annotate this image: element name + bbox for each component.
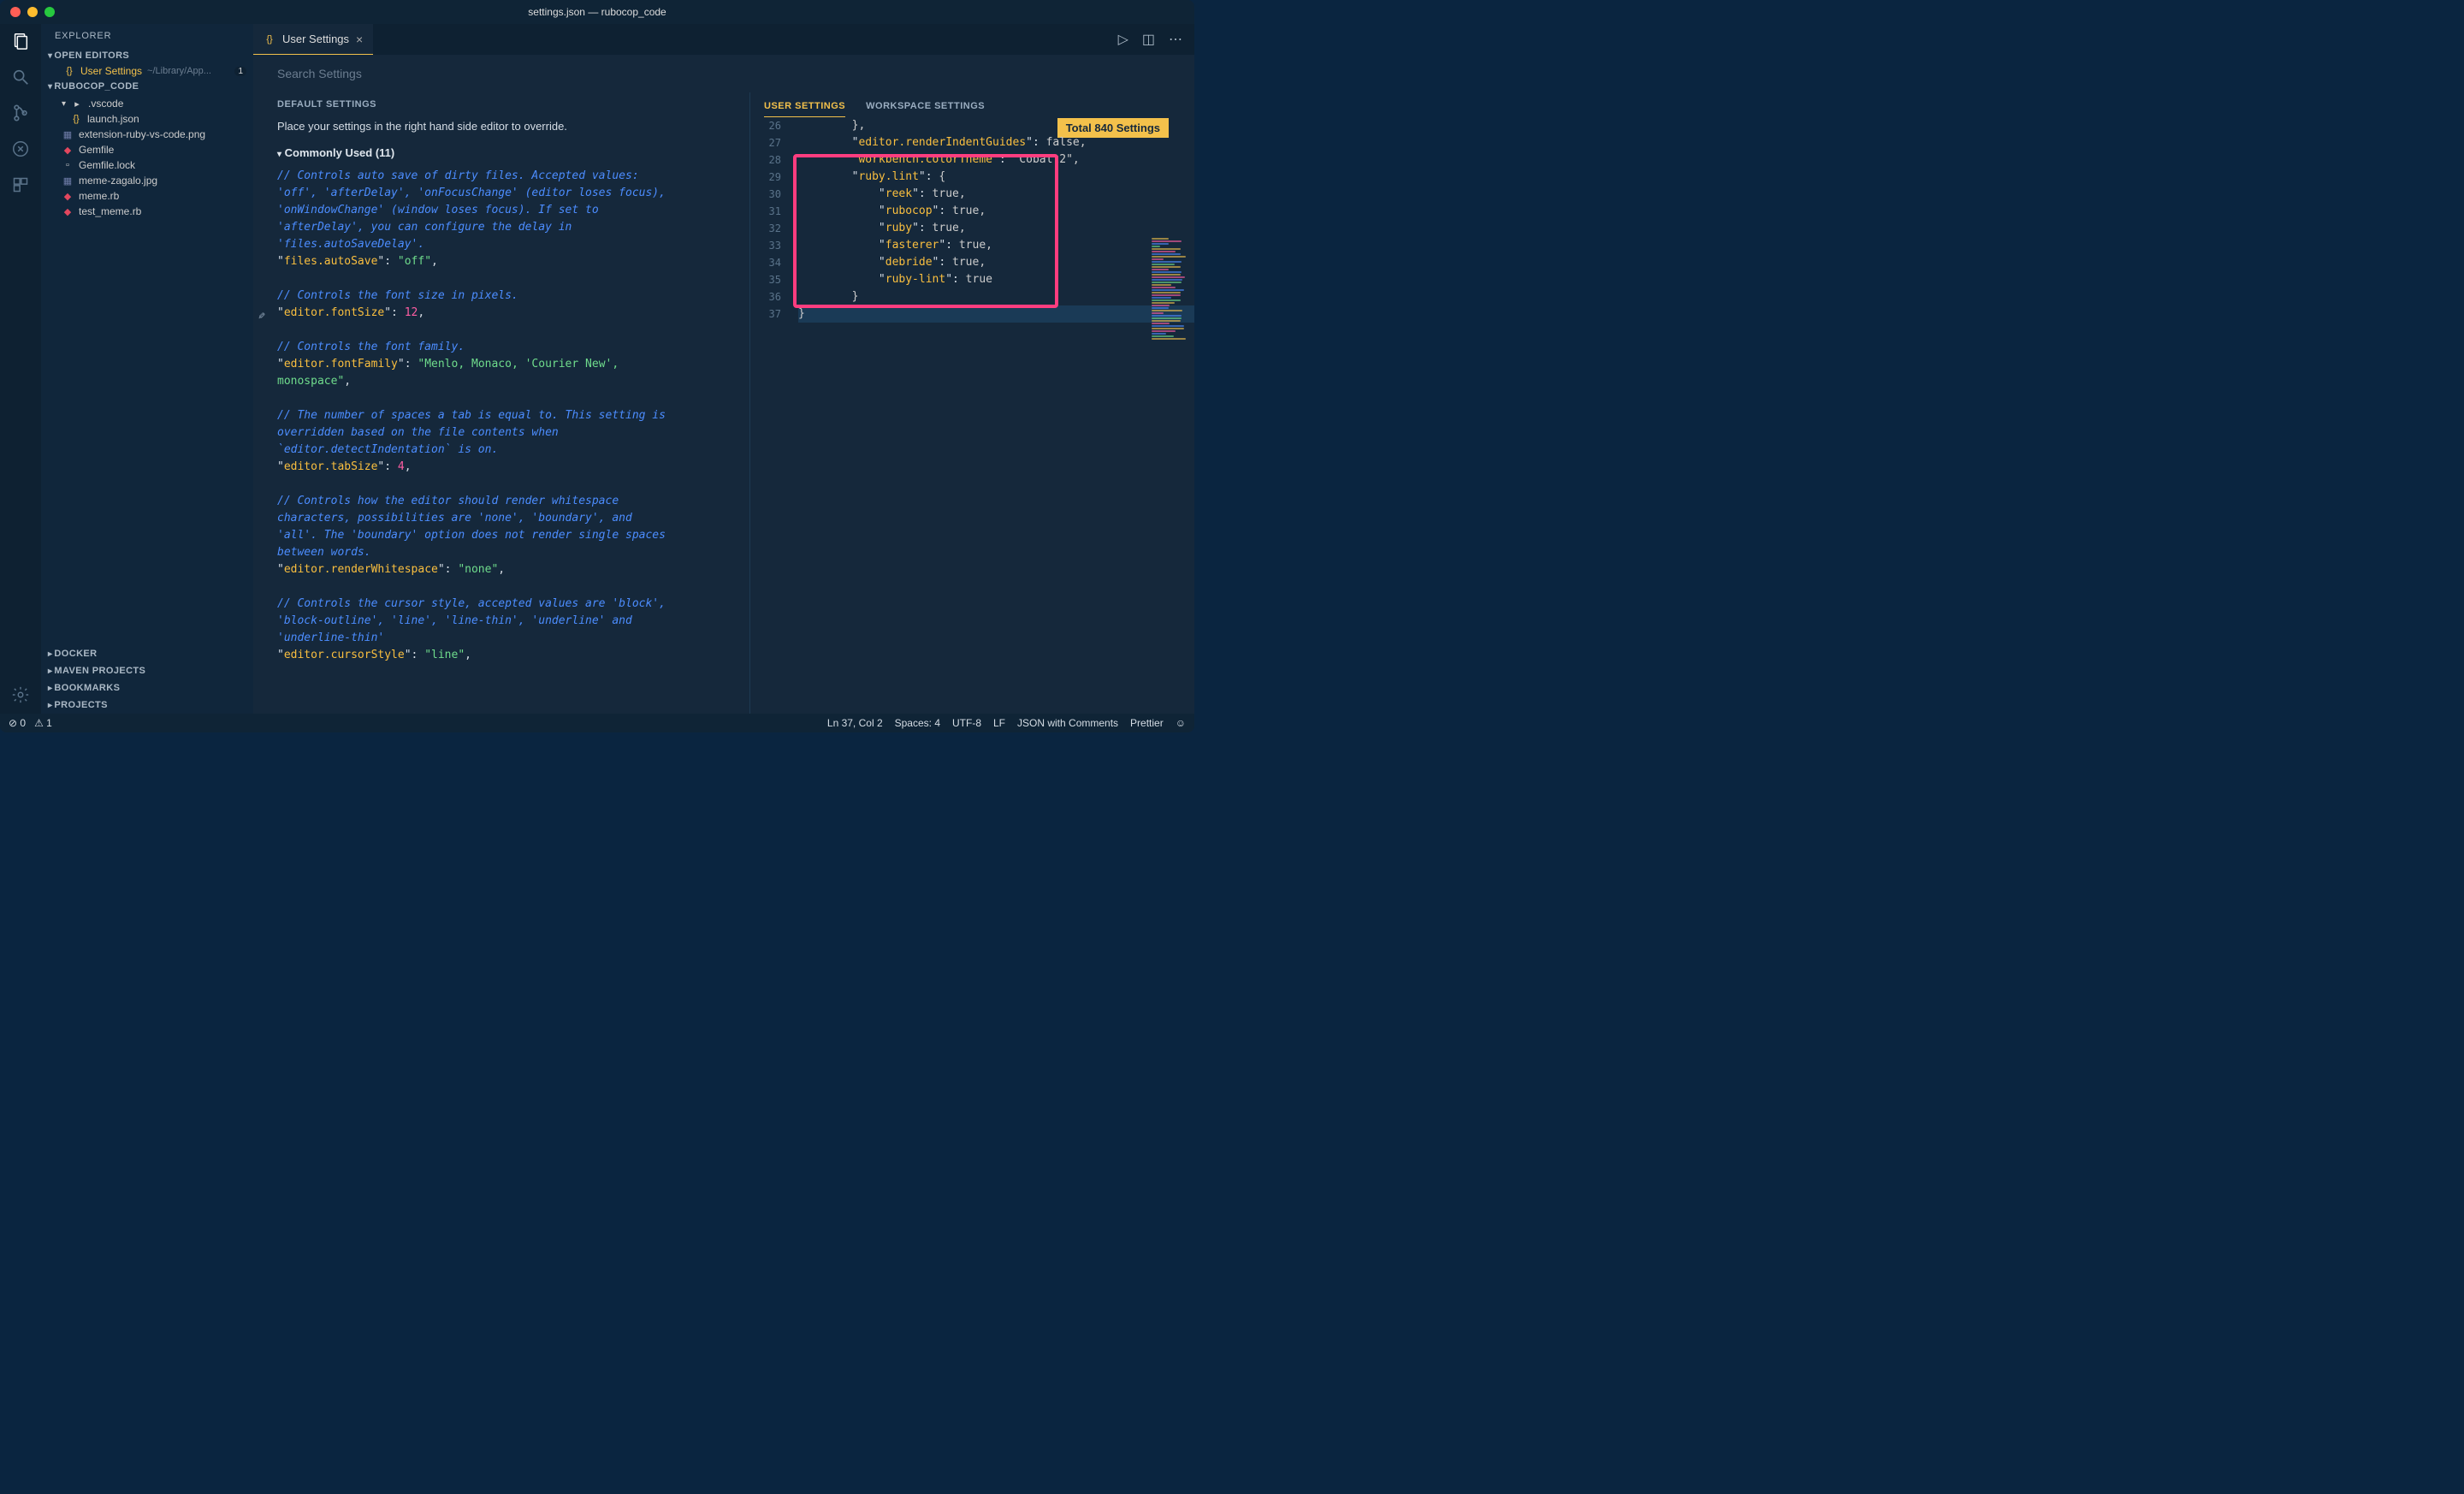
file-icon: ▸: [71, 98, 83, 110]
tab-user-settings[interactable]: {} User Settings ×: [253, 24, 373, 55]
file-icon: ▦: [62, 128, 74, 140]
chevron-right-icon: ▸: [48, 649, 52, 659]
chevron-down-icon: ▾: [48, 51, 52, 61]
close-tab-icon[interactable]: ×: [356, 33, 363, 46]
status-item[interactable]: JSON with Comments: [1017, 717, 1118, 729]
status-item[interactable]: ⊘ 0: [9, 717, 26, 729]
extensions-icon[interactable]: [10, 175, 31, 195]
file-icon: ◆: [62, 144, 74, 156]
status-item[interactable]: Prettier: [1130, 717, 1164, 729]
settings-gear-icon[interactable]: [10, 685, 31, 705]
json-icon: {}: [264, 33, 275, 45]
file-tree-item[interactable]: ◆test_meme.rb: [41, 204, 253, 219]
status-item[interactable]: Spaces: 4: [895, 717, 940, 729]
chevron-right-icon: ▸: [48, 684, 52, 693]
sidebar-section[interactable]: ▸ MAVEN PROJECTS: [41, 662, 253, 679]
default-settings-code[interactable]: ✎ // Controls auto save of dirty files. …: [253, 163, 749, 714]
maximize-window-button[interactable]: [44, 7, 55, 17]
file-icon: ▦: [62, 175, 74, 187]
default-settings-subtitle: Place your settings in the right hand si…: [253, 116, 749, 141]
file-tree-item[interactable]: ◆Gemfile: [41, 142, 253, 157]
file-tree: ▾▸.vscode{}launch.json▦extension-ruby-vs…: [41, 94, 253, 221]
json-icon: {}: [63, 65, 75, 77]
tab-bar: {} User Settings × ▷ ◫ ⋯: [253, 24, 1194, 55]
sidebar-section[interactable]: ▸ BOOKMARKS: [41, 679, 253, 697]
tab-workspace-settings[interactable]: WORKSPACE SETTINGS: [866, 96, 985, 117]
project-section[interactable]: ▾RUBOCOP_CODE: [41, 79, 253, 94]
debug-icon[interactable]: [10, 139, 31, 159]
user-settings-code[interactable]: 262728293031323334353637 }, "editor.rend…: [750, 117, 1194, 714]
tab-user-settings-sub[interactable]: USER SETTINGS: [764, 96, 845, 117]
search-icon[interactable]: [10, 67, 31, 87]
chevron-right-icon: ▸: [48, 667, 52, 676]
chevron-right-icon: ▸: [48, 701, 52, 710]
file-icon: ◆: [62, 205, 74, 217]
file-tree-item[interactable]: ▦meme-zagalo.jpg: [41, 173, 253, 188]
status-bar: ⊘ 0 ⚠ 1 Ln 37, Col 2 Spaces: 4 UTF-8 LF JSON …: [0, 714, 1194, 732]
file-icon: {}: [70, 113, 82, 125]
split-editor-icon[interactable]: ◫: [1142, 31, 1155, 48]
close-window-button[interactable]: [10, 7, 21, 17]
explorer-header: EXPLORER: [41, 24, 253, 48]
edit-pencil-icon[interactable]: ✎: [258, 308, 265, 325]
explorer-sidebar: EXPLORER ▾OPEN EDITORS {} User Settings …: [41, 24, 253, 714]
status-item[interactable]: Ln 37, Col 2: [827, 717, 883, 729]
file-tree-item[interactable]: ▦extension-ruby-vs-code.png: [41, 127, 253, 142]
window-title: settings.json — rubocop_code: [528, 6, 666, 18]
status-item[interactable]: ⚠ 1: [34, 717, 52, 729]
chevron-down-icon: ▾: [48, 82, 52, 92]
status-item[interactable]: LF: [993, 717, 1005, 729]
default-settings-pane: DEFAULT SETTINGS Place your settings in …: [253, 92, 749, 714]
search-settings-input[interactable]: [277, 62, 722, 86]
commonly-used-header[interactable]: ▾ Commonly Used (11): [253, 141, 749, 163]
status-item[interactable]: ☺: [1176, 717, 1186, 729]
minimap[interactable]: [1152, 237, 1191, 331]
user-settings-pane: USER SETTINGS WORKSPACE SETTINGS 2627282…: [749, 92, 1194, 714]
default-settings-header: DEFAULT SETTINGS: [253, 92, 749, 116]
sidebar-section[interactable]: ▸ PROJECTS: [41, 697, 253, 714]
file-tree-item[interactable]: ▾▸.vscode: [41, 96, 253, 111]
sidebar-bottom-sections: ▸ DOCKER▸ MAVEN PROJECTS▸ BOOKMARKS▸ PRO…: [41, 645, 253, 714]
explorer-icon[interactable]: [10, 31, 31, 51]
open-editor-item[interactable]: {} User Settings ~/Library/App... 1: [41, 63, 253, 79]
file-icon: ▫: [62, 159, 74, 171]
sidebar-section[interactable]: ▸ DOCKER: [41, 645, 253, 662]
file-icon: ◆: [62, 190, 74, 202]
file-tree-item[interactable]: ◆meme.rb: [41, 188, 253, 204]
chevron-down-icon: ▾: [62, 99, 66, 109]
chevron-down-icon: ▾: [277, 150, 281, 159]
scm-icon[interactable]: [10, 103, 31, 123]
file-tree-item[interactable]: {}launch.json: [41, 111, 253, 127]
more-icon[interactable]: ⋯: [1169, 31, 1182, 48]
open-editors-section[interactable]: ▾OPEN EDITORS: [41, 48, 253, 63]
status-item[interactable]: UTF-8: [952, 717, 981, 729]
titlebar: settings.json — rubocop_code: [0, 0, 1194, 24]
dirty-badge: 1: [234, 67, 246, 76]
run-icon[interactable]: ▷: [1118, 31, 1128, 48]
activity-bar: [0, 24, 41, 714]
minimize-window-button[interactable]: [27, 7, 38, 17]
file-tree-item[interactable]: ▫Gemfile.lock: [41, 157, 253, 173]
